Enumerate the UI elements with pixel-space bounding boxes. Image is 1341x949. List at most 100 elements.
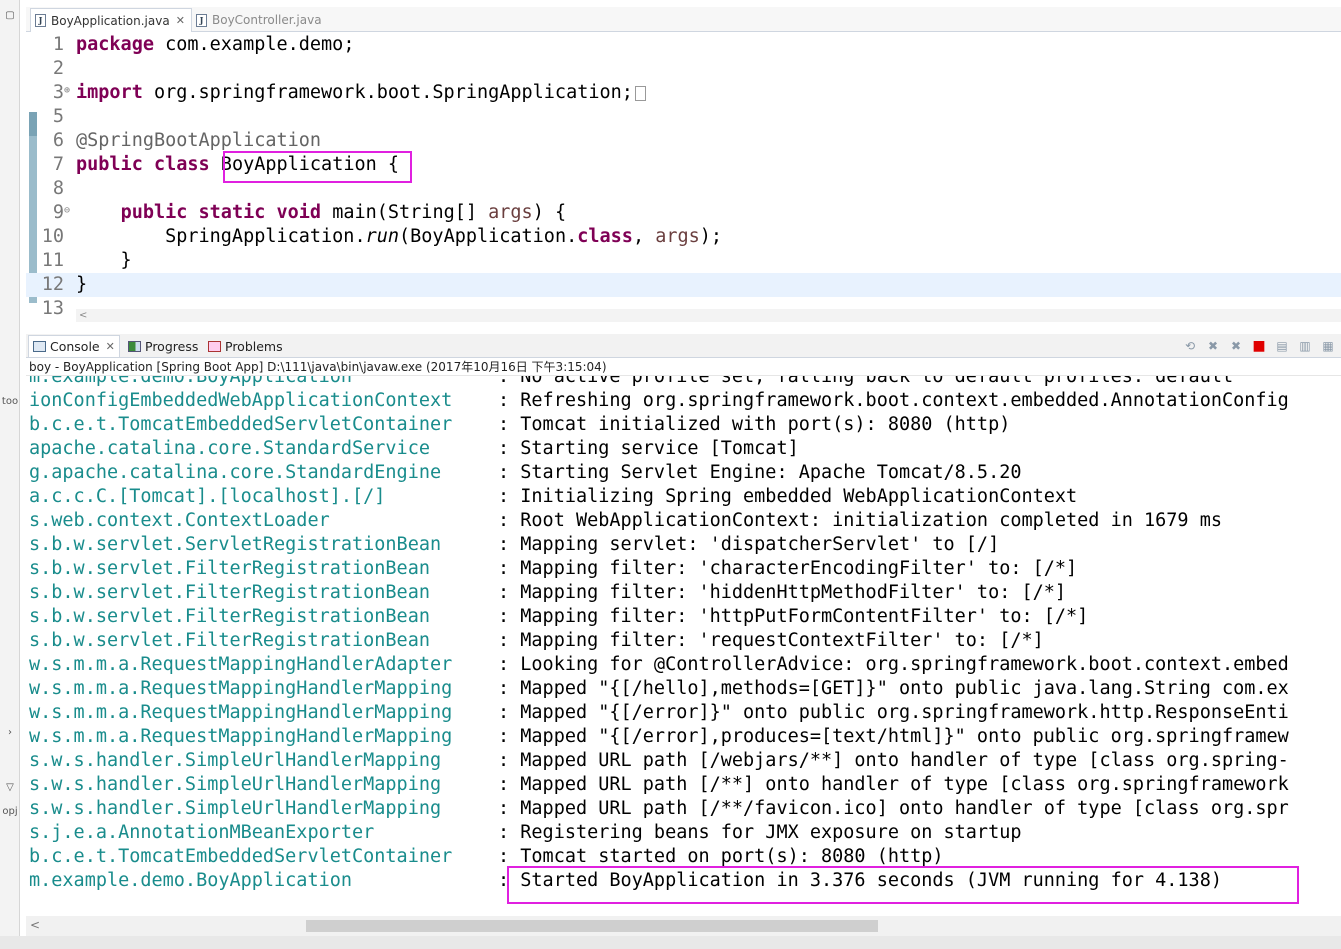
console-launch-description: boy - BoyApplication [Spring Boot App] D… <box>26 358 1341 376</box>
scroll-left-arrow-icon[interactable]: < <box>79 310 87 321</box>
log-line: w.s.m.m.a.RequestMappingHandlerMapping : … <box>26 725 1341 749</box>
log-line: s.b.w.servlet.FilterRegistrationBean: Ma… <box>26 557 1341 581</box>
log-source: s.w.s.handler.SimpleUrlHandlerMapping <box>29 750 442 771</box>
scrollbar-thumb[interactable] <box>306 920 878 932</box>
console-icon <box>33 341 46 352</box>
tab-problems[interactable]: Problems <box>204 335 287 357</box>
code-line[interactable]: 11 } <box>26 249 1341 273</box>
folded-code-marker[interactable] <box>634 85 646 101</box>
highlight-box-class-name <box>223 151 412 183</box>
log-source: s.b.w.servlet.ServletRegistrationBean <box>29 534 442 555</box>
remove-all-icon[interactable]: ✖ <box>1227 338 1245 354</box>
log-line: s.w.s.handler.SimpleUrlHandlerMapping: M… <box>26 773 1341 797</box>
left-strip-item[interactable]: ▽ <box>0 782 19 793</box>
code-token: @SpringBootApplication <box>76 130 322 151</box>
log-source: s.j.e.a.AnnotationMBeanExporter <box>29 822 375 843</box>
log-message: : Mapped "{[/error],produces=[text/html]… <box>498 726 1289 747</box>
line-number: 1 <box>52 34 64 55</box>
code-editor[interactable]: 1 package com.example.demo; 2 3 ⊕ import org.… <box>26 32 1341 322</box>
log-message: : Initializing Spring embedded WebApplic… <box>498 486 1078 507</box>
scroll-lock-icon[interactable]: ▥ <box>1296 338 1314 354</box>
log-source: a.c.c.C.[Tomcat].[localhost].[/] <box>29 486 386 507</box>
code-token: SpringApplication. <box>76 226 366 247</box>
tab-boyapplication-java[interactable]: J BoyApplication.java ✕ <box>30 8 192 32</box>
code-line[interactable]: 9 ⊖ public static void main(String[] args… <box>26 201 1341 225</box>
tab-boycontroller-java[interactable]: J BoyController.java <box>192 9 328 31</box>
line-number: 13 <box>41 298 64 319</box>
left-panel-strip: ▢ too › ▽ opj <box>0 0 20 949</box>
left-strip-item[interactable]: › <box>0 727 19 738</box>
log-message: : Mapped "{[/hello],methods=[GET]}" onto… <box>498 678 1289 699</box>
code-token: void <box>276 202 322 223</box>
close-icon[interactable]: ✕ <box>106 340 115 353</box>
code-line[interactable]: 3 ⊕ import org.springframework.boot.Spring… <box>26 81 1341 105</box>
line-number: 5 <box>52 106 64 127</box>
code-line[interactable]: 5 <box>26 105 1341 129</box>
expand-fold-icon[interactable]: ⊕ <box>64 81 70 101</box>
code-token: org.springframework.boot.SpringApplicati… <box>142 82 633 103</box>
log-source: s.w.s.handler.SimpleUrlHandlerMapping <box>29 798 442 819</box>
tab-console[interactable]: Console ✕ <box>28 335 120 357</box>
code-text: @SpringBootApplication <box>76 129 321 153</box>
code-token: } <box>76 250 132 271</box>
log-message: : Registering beans for JMX exposure on … <box>498 822 1022 843</box>
log-source: b.c.e.t.TomcatEmbeddedServletContainer <box>29 846 453 867</box>
line-number: 8 <box>52 178 64 199</box>
scroll-left-arrow-icon[interactable]: < <box>30 918 40 932</box>
code-line[interactable]: 2 <box>26 57 1341 81</box>
log-source: w.s.m.m.a.RequestMappingHandlerMapping <box>29 726 453 747</box>
tab-label: Problems <box>225 338 283 354</box>
refresh-icon[interactable]: ⟲ <box>1181 338 1199 354</box>
tab-label: BoyApplication.java <box>51 13 170 28</box>
console-output[interactable]: m.example.demo.BoyApplication : No active… <box>26 376 1341 916</box>
log-message: : Mapping filter: 'httpPutFormContentFil… <box>498 606 1089 627</box>
code-token: public <box>76 154 143 175</box>
code-token: ) { <box>532 202 567 223</box>
code-line[interactable]: 6 @SpringBootApplication <box>26 129 1341 153</box>
log-source: m.example.demo.BoyApplication <box>29 870 353 891</box>
log-message: : Mapped URL path [/**/favicon.ico] onto… <box>498 798 1289 819</box>
log-source: m.example.demo.BoyApplication <box>29 376 353 387</box>
log-line: b.c.e.t.TomcatEmbeddedServletContainer: … <box>26 413 1341 437</box>
log-source: ionConfigEmbeddedWebApplicationContext <box>29 390 453 411</box>
log-line: w.s.m.m.a.RequestMappingHandlerMapping: … <box>26 701 1341 725</box>
log-source: g.apache.catalina.core.StandardEngine <box>29 462 442 483</box>
log-message: : Starting Servlet Engine: Apache Tomcat… <box>498 462 1022 483</box>
pin-console-icon[interactable]: ▦ <box>1319 338 1337 354</box>
terminate-icon[interactable]: ■ <box>1250 338 1268 354</box>
tab-label: Progress <box>145 338 199 354</box>
tab-progress[interactable]: Progress <box>124 335 202 357</box>
log-line: s.b.w.servlet.FilterRegistrationBean: Ma… <box>26 605 1341 629</box>
code-line[interactable]: 1 package com.example.demo; <box>26 33 1341 57</box>
code-token: args <box>488 202 533 223</box>
editor-horizontal-scrollbar[interactable]: < <box>76 309 1341 322</box>
code-line[interactable]: 12} <box>26 273 1341 297</box>
progress-icon <box>128 340 141 352</box>
log-line: a.c.c.C.[Tomcat].[localhost].[/] : Initia… <box>26 485 1341 509</box>
remove-launch-icon[interactable]: ✖ <box>1204 338 1222 354</box>
highlight-box-started-message <box>507 866 1299 904</box>
log-message: : No active profile set, falling back to… <box>498 376 1234 387</box>
console-toolbar: ⟲ ✖ ✖ ■ ▤ ▥ ▦ <box>1181 337 1341 355</box>
left-strip-item[interactable]: ▢ <box>0 10 19 21</box>
close-icon[interactable]: ✕ <box>176 14 185 27</box>
line-number: 2 <box>52 58 64 79</box>
code-text: public static void main(String[] args) { <box>76 201 567 225</box>
log-line: m.example.demo.BoyApplication : No active… <box>26 376 1341 389</box>
code-text: } <box>76 249 132 273</box>
editor-tab-bar: J BoyApplication.java ✕ J BoyController.… <box>26 7 1341 32</box>
java-file-icon: J <box>35 14 46 27</box>
console-horizontal-scrollbar[interactable]: < <box>26 916 1341 936</box>
log-message: : Looking for @ControllerAdvice: org.spr… <box>498 654 1289 675</box>
code-line[interactable]: 10 SpringApplication.run(BoyApplication.… <box>26 225 1341 249</box>
clear-console-icon[interactable]: ▤ <box>1273 338 1291 354</box>
collapse-fold-icon[interactable]: ⊖ <box>64 201 70 221</box>
code-token: (BoyApplication. <box>399 226 578 247</box>
line-number: 10 <box>41 226 64 247</box>
log-line: apache.catalina.core.StandardService: St… <box>26 437 1341 461</box>
code-token: ); <box>699 226 723 247</box>
log-line: s.web.context.ContextLoader: Root WebApp… <box>26 509 1341 533</box>
